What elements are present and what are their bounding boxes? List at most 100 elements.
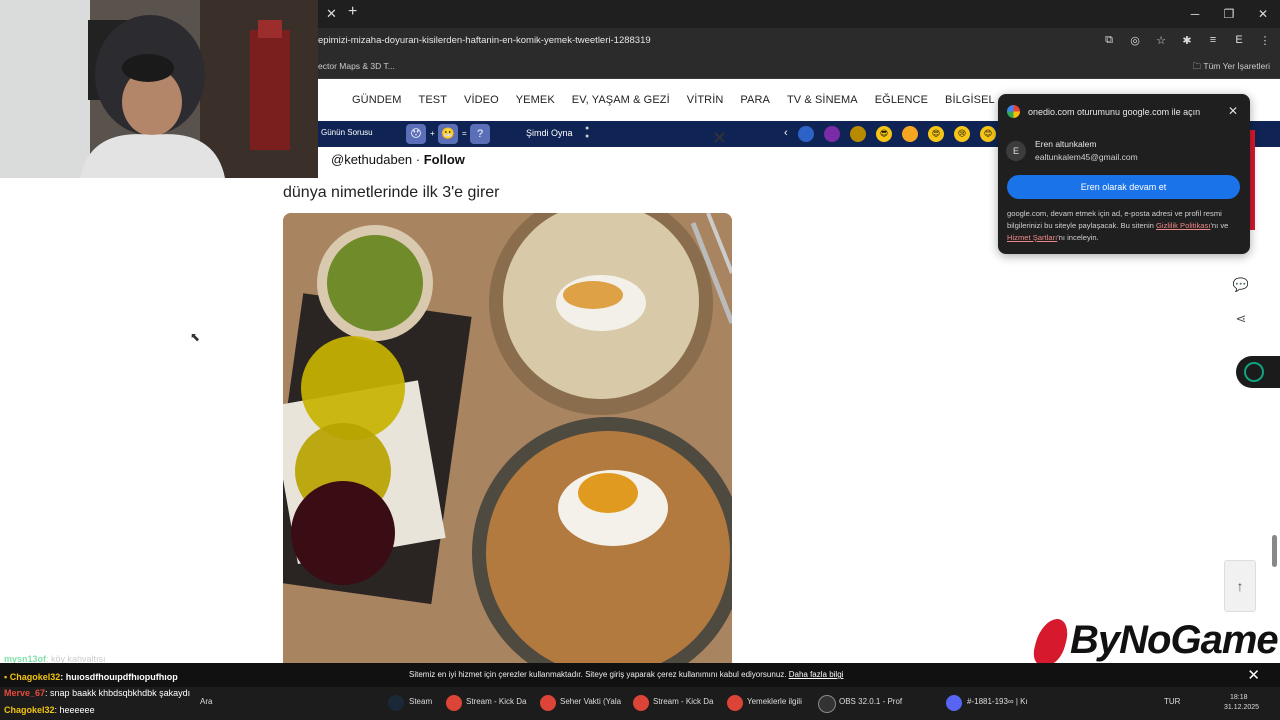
more-info-link[interactable]: Daha fazla bilgi [789, 670, 844, 679]
chat-user: Chagokel32 [9, 672, 61, 682]
media-icon[interactable]: ≡ [1206, 34, 1220, 47]
account-name: Eren altunkalem [1035, 139, 1097, 149]
account-email: ealtunkalem45@gmail.com [1035, 152, 1138, 162]
install-app-icon[interactable]: ⧉ [1102, 34, 1116, 47]
close-tab-icon[interactable]: ✕ [326, 6, 337, 22]
terms-link[interactable]: Hizmet Şartları [1007, 233, 1057, 242]
quiz-emoji-icon[interactable]: 😯 [406, 124, 426, 144]
continue-as-button[interactable]: Eren olarak devam et [1007, 175, 1240, 199]
chatgpt-icon[interactable] [1236, 356, 1280, 388]
red-accent-bar [1250, 130, 1255, 230]
taskbar-item[interactable]: Steam [409, 697, 432, 706]
chrome-icon[interactable] [446, 695, 462, 711]
new-tab-icon[interactable]: + [348, 3, 357, 21]
close-ad-icon[interactable]: ✕ [712, 128, 727, 149]
google-logo-icon [1007, 105, 1020, 118]
bynogame-watermark: ByNoGame [1029, 618, 1279, 666]
emoji-icon[interactable]: 😍 [928, 126, 944, 142]
bookmarks-bar: ector Maps & 3D T... 🗀 Tüm Yer İşaretler… [318, 56, 1280, 79]
more-dots-icon[interactable]: ● ● [585, 125, 589, 141]
profile-avatar[interactable]: E [1232, 34, 1246, 47]
browser-tab-bar: ✕ + ─ ❐ ✕ [318, 0, 1280, 28]
all-bookmarks[interactable]: 🗀 Tüm Yer İşaretleri [1193, 61, 1270, 75]
obs-icon[interactable] [818, 695, 836, 713]
nav-item[interactable]: YEMEK [516, 94, 555, 106]
nav-item[interactable]: TEST [419, 94, 448, 106]
eye-off-icon[interactable]: ◎ [1128, 34, 1142, 47]
language-indicator[interactable]: TUR [1164, 697, 1180, 706]
bookmark-star-icon[interactable]: ☆ [1154, 34, 1168, 47]
menu-kebab-icon[interactable]: ⋮ [1258, 34, 1272, 47]
chat-message: ▪ Chagokel32: huıosdfhouıpdfhıopufhıop [4, 672, 178, 682]
tweet-username[interactable]: @kethudaben [331, 152, 412, 167]
cookie-close-icon[interactable]: ✕ [1247, 666, 1260, 684]
nav-item[interactable]: TV & SİNEMA [787, 94, 858, 106]
google-signin-popup: onedio.com oturumunu google.com ile açın… [998, 94, 1250, 254]
nav-item[interactable]: VİTRİN [687, 94, 724, 106]
chrome-icon[interactable] [727, 695, 743, 711]
discord-icon[interactable] [946, 695, 962, 711]
taskbar-item[interactable]: Stream - Kick Da [653, 697, 713, 706]
badge-icon[interactable] [850, 126, 866, 142]
nav-item[interactable]: BİLGİSEL [945, 94, 995, 106]
clock-date[interactable]: 31.12.2025 [1224, 704, 1259, 711]
nav-items: GÜNDEM TEST VİDEO YEMEK EV, YAŞAM & GEZİ VİTR… [352, 94, 995, 106]
minimize-icon[interactable]: ─ [1178, 0, 1212, 28]
mouse-cursor-icon: ⬉ [190, 330, 201, 344]
chevron-left-icon[interactable]: ‹ [784, 127, 788, 139]
taskbar-item[interactable]: Seher Vakti (Yala [560, 697, 621, 706]
webcam-overlay [0, 0, 318, 178]
emoji-icon[interactable]: 😎 [876, 126, 892, 142]
badge-icon[interactable] [798, 126, 814, 142]
nav-item[interactable]: EĞLENCE [875, 94, 928, 106]
taskbar-item[interactable]: OBS 32.0.1 - Prof [839, 697, 902, 706]
clock-time[interactable]: 18:18 [1230, 694, 1248, 701]
cookie-text: Sitemiz en iyi hizmet için çerezler kull… [409, 670, 844, 679]
chat-user: Merve_67 [4, 688, 46, 698]
share-icon[interactable]: ⋖ [1228, 306, 1254, 332]
emoji-icon[interactable]: 😢 [954, 126, 970, 142]
emoji-icon[interactable]: 😊 [980, 126, 996, 142]
restore-icon[interactable]: ❐ [1212, 0, 1246, 28]
chrome-icon[interactable] [540, 695, 556, 711]
privacy-policy-link[interactable]: Gizlilik Politikası [1156, 221, 1210, 230]
taskbar-item[interactable]: Yemeklerle ilgili [747, 697, 802, 706]
quiz-label: Günün Sorusu [321, 128, 373, 137]
extensions-icon[interactable]: ✱ [1180, 34, 1194, 47]
url-text[interactable]: epimizi-mizaha-doyuran-kisilerden-haftan… [318, 35, 651, 46]
emoji-icon[interactable] [902, 126, 918, 142]
quiz-emoji-icon[interactable]: 😬 [438, 124, 458, 144]
taskbar-item[interactable]: Stream - Kick Da [466, 697, 526, 706]
scroll-to-top-button[interactable]: ↑ [1224, 560, 1256, 612]
chrome-icon[interactable] [633, 695, 649, 711]
bookmark-item[interactable]: ector Maps & 3D T... [318, 61, 395, 71]
nav-item[interactable]: GÜNDEM [352, 94, 402, 106]
window-controls: ─ ❐ ✕ [1178, 0, 1280, 28]
play-now-button[interactable]: Şimdi Oyna [526, 128, 573, 138]
badge-icon[interactable] [824, 126, 840, 142]
tweet-text: dünya nimetlerinde ilk 3'e girer [283, 184, 500, 201]
tweet-handle[interactable]: @kethudaben · Follow [331, 152, 465, 167]
account-avatar: E [1006, 141, 1026, 161]
taskbar-search[interactable]: Ara [200, 697, 212, 706]
windows-taskbar: Ara Steam Stream - Kick Da Seher Vakti (… [0, 687, 1280, 720]
nav-item[interactable]: PARA [740, 94, 770, 106]
cookie-banner: Sitemiz en iyi hizmet için çerezler kull… [0, 663, 1280, 687]
steam-icon[interactable] [388, 695, 404, 711]
quiz-question-icon[interactable]: ? [470, 124, 490, 144]
window-close-icon[interactable]: ✕ [1246, 0, 1280, 28]
chat-message: Chagokel32: heeeeee [4, 705, 95, 715]
follow-link[interactable]: Follow [424, 152, 465, 167]
popup-title: onedio.com oturumunu google.com ile açın [1028, 107, 1201, 117]
chat-user: Chagokel32 [4, 705, 55, 715]
address-bar[interactable]: epimizi-mizaha-doyuran-kisilerden-haftan… [318, 28, 1280, 56]
scrollbar-thumb[interactable] [1272, 535, 1277, 567]
nav-item[interactable]: VİDEO [464, 94, 499, 106]
tweet-photo[interactable] [283, 213, 732, 687]
nav-item[interactable]: EV, YAŞAM & GEZİ [572, 94, 670, 106]
chat-message: Merve_67: snap baakk khbdsqbkhdbk şakayd… [4, 688, 191, 698]
popup-close-icon[interactable]: ✕ [1228, 104, 1238, 118]
taskbar-item[interactable]: #-1881-193∞ | Kı [967, 697, 1028, 706]
comments-icon[interactable]: 💬 [1228, 272, 1254, 298]
legal-text: google.com, devam etmek için ad, e-posta… [1007, 209, 1229, 242]
